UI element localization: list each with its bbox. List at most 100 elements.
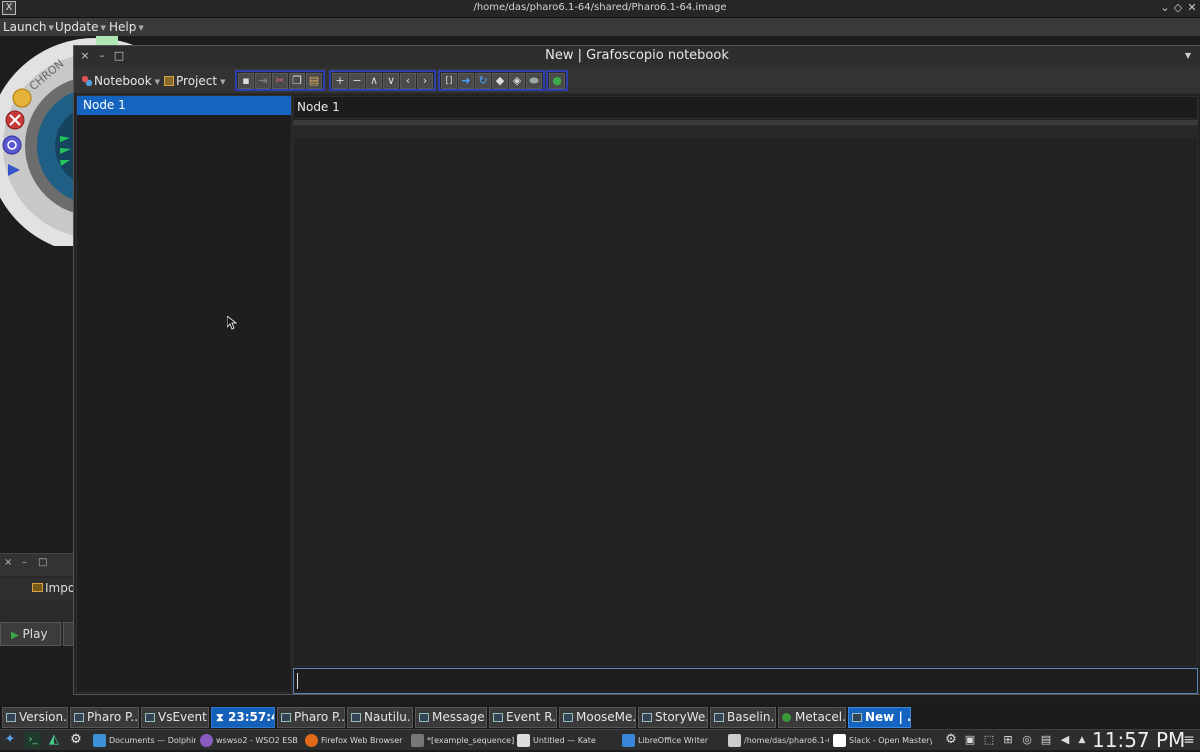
editor-icon [411, 734, 424, 747]
task-button[interactable]: Pharo P... [277, 707, 345, 728]
node-header-field[interactable]: Node 1 [293, 96, 1198, 119]
writer-icon [622, 734, 635, 747]
background-window-row[interactable]: Impo [0, 578, 75, 600]
expand-tray-icon[interactable]: ▲ [1075, 732, 1089, 748]
code-input-field[interactable] [293, 668, 1198, 694]
copy-icon[interactable]: ❐ [289, 72, 305, 89]
notification-icon[interactable]: ◎ [1020, 732, 1034, 748]
chevron-down-icon: ▼ [138, 23, 144, 32]
code-toolbar-group: [] ➜ ↻ ◆ ◈ ⬬ [438, 70, 545, 91]
screen-icon[interactable]: ⬚ [982, 732, 996, 748]
task-label: Pharo P... [87, 710, 139, 724]
move-up-icon[interactable]: ∧ [366, 72, 382, 89]
app-launcher-icon[interactable]: ✦ [3, 732, 17, 748]
background-window[interactable]: × – □ Impo ▶ Play [0, 553, 75, 646]
taskbar-item-slack[interactable]: Slack - Open Mastery [832, 732, 932, 750]
window-icon [351, 713, 361, 722]
volume-icon[interactable]: ◀ [1058, 732, 1072, 748]
window-titlebar[interactable]: × – □ New | Grafoscopio notebook ▼ [74, 46, 1200, 68]
window-icon [281, 713, 291, 722]
demote-icon[interactable]: › [417, 72, 433, 89]
help-menu[interactable]: Help ▼ [109, 18, 144, 36]
task-button[interactable]: Baselin... [710, 707, 776, 728]
window-icon [642, 713, 652, 722]
taskbar-item-editor[interactable]: *[example_sequence] ... [410, 732, 516, 750]
task-button[interactable]: VsEvent... [141, 707, 209, 728]
task-button[interactable]: Nautilu... [347, 707, 413, 728]
taskbar-item-dolphin[interactable]: Documents — Dolphin [92, 732, 196, 750]
export-icon[interactable]: ⇥ [255, 72, 271, 89]
kde-clock[interactable]: 11:57 PM [1092, 728, 1185, 752]
notebook-menu[interactable]: Notebook ▼ [82, 72, 160, 90]
jump-icon[interactable]: ➜ [458, 72, 474, 89]
task-button-active[interactable]: New | ... [848, 707, 911, 728]
taskbar-item-label: Slack - Open Mastery [849, 736, 932, 745]
chevron-down-icon: ▼ [48, 23, 54, 32]
node-body-editor[interactable] [293, 125, 1198, 666]
project-menu[interactable]: Project ▼ [164, 72, 225, 90]
add-node-icon[interactable]: + [332, 72, 348, 89]
terminal-icon[interactable]: ›_ [25, 732, 41, 748]
minimize-icon[interactable]: – [22, 557, 27, 568]
slack-icon [833, 734, 846, 747]
paste-icon[interactable]: ▤ [306, 72, 322, 89]
task-button[interactable]: Metacel... [778, 707, 846, 728]
cut-icon[interactable]: ✂ [272, 72, 288, 89]
taskbar-item-firefox[interactable]: Firefox Web Browser [304, 732, 404, 750]
close-icon[interactable]: × [4, 557, 12, 568]
maximize-icon[interactable]: ◇ [1171, 1, 1185, 15]
remove-node-icon[interactable]: − [349, 72, 365, 89]
taskbar-item-wso2[interactable]: wswso2 - WSO2 ESB G... [199, 732, 301, 750]
task-button[interactable]: Pharo P... [70, 707, 139, 728]
taskbar-item-label: *[example_sequence] ... [427, 736, 516, 745]
promote-icon[interactable]: ‹ [400, 72, 416, 89]
shout-icon[interactable]: ● [549, 72, 565, 89]
maximize-icon[interactable]: □ [38, 557, 47, 568]
monitor-icon[interactable]: ◭ [47, 732, 61, 748]
move-down-icon[interactable]: ∨ [383, 72, 399, 89]
tag-icon[interactable]: ◆ [492, 72, 508, 89]
hourglass-icon: ⧗ [216, 711, 224, 724]
window-icon [74, 713, 84, 722]
file-toolbar-group: ▪ ⇥ ✂ ❐ ▤ [235, 70, 325, 91]
taskbar-item-label: Documents — Dolphin [109, 736, 196, 745]
window-menu-icon[interactable]: ▼ [1182, 49, 1194, 63]
hamburger-menu-icon[interactable]: ≡ [1182, 732, 1196, 748]
window-icon [6, 713, 16, 722]
window-icon [493, 713, 503, 722]
clipboard-icon[interactable]: ▤ [1039, 732, 1053, 748]
close-icon[interactable]: ✕ [1185, 1, 1199, 15]
tree-node-selected[interactable]: Node 1 [77, 96, 291, 115]
taskbar-item-writer[interactable]: LibreOffice Writer [621, 732, 723, 750]
taskbar-item-pharo[interactable]: /home/das/pharo6.1-6... [727, 732, 829, 750]
code-node-icon[interactable]: [] [441, 72, 457, 89]
play-button[interactable]: ▶ Play [0, 622, 61, 646]
task-button[interactable]: Event R... [489, 707, 557, 728]
task-button[interactable]: StoryWe... [638, 707, 708, 728]
update-menu[interactable]: Update ▼ [55, 18, 106, 36]
task-button-clock[interactable]: ⧗ 23:57:44 [211, 707, 275, 728]
chevron-down-icon[interactable]: ⌄ [1158, 1, 1172, 15]
task-button[interactable]: Message... [415, 707, 487, 728]
notebook-toolbar: Notebook ▼ Project ▼ ▪ ⇥ ✂ ❐ ▤ + − ∧ ∨ ‹ ›… [74, 68, 1200, 94]
task-button[interactable]: Version... [2, 707, 68, 728]
untag-icon[interactable]: ◈ [509, 72, 525, 89]
task-button[interactable]: MooseMe... [559, 707, 636, 728]
gear-icon[interactable]: ⚙ [944, 732, 958, 748]
task-label: Nautilu... [364, 710, 413, 724]
settings-icon[interactable]: ⚙ [69, 732, 83, 748]
launch-menu[interactable]: Launch ▼ [3, 18, 54, 36]
text-caret [297, 673, 298, 689]
image-icon[interactable]: ▣ [963, 732, 977, 748]
refresh-icon[interactable]: ↻ [475, 72, 491, 89]
notebook-tree[interactable]: Node 1 [76, 95, 292, 693]
network-icon[interactable]: ⊞ [1001, 732, 1015, 748]
window-icon [145, 713, 155, 722]
taskbar-item-kate[interactable]: Untitled — Kate [516, 732, 618, 750]
save-icon[interactable]: ▪ [238, 72, 254, 89]
chevron-down-icon: ▼ [154, 77, 161, 86]
taskbar-item-label: /home/das/pharo6.1-6... [744, 736, 829, 745]
pharo-taskbar: Version... Pharo P... VsEvent... ⧗ 23:57:… [0, 705, 1200, 729]
tags-icon[interactable]: ⬬ [526, 72, 542, 89]
dolphin-icon [93, 734, 106, 747]
